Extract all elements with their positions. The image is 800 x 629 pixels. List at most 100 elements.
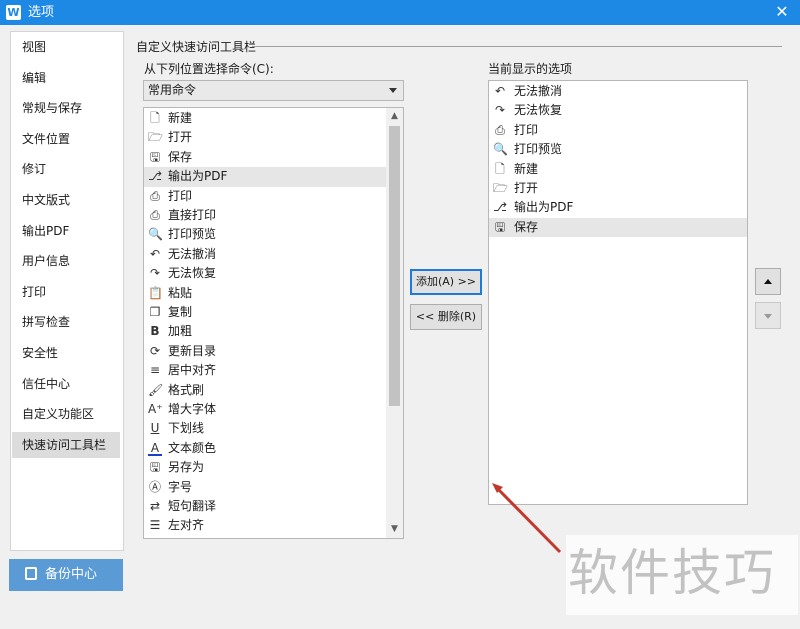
list-item[interactable]: A⁺ 增大字体 [144,400,386,419]
align-left-icon: ☰ [149,518,161,533]
sidebar-item[interactable]: 常规与保存 [12,95,120,121]
list-item[interactable]: ⇄ 短句翻译 [144,497,386,516]
save-icon: 🖫 [494,219,506,234]
close-icon[interactable]: ✕ [772,2,792,22]
sidebar-item[interactable]: 安全性 [12,340,120,366]
backup-icon [25,567,37,580]
list-item-label: 粘贴 [168,285,193,300]
list-item[interactable]: ❐ 复制 [144,303,386,322]
list-item[interactable]: ≡ 居中对齐 [144,361,386,380]
list-item[interactable]: B 加粗 [144,322,386,341]
watermark-text: 软件技巧 [568,544,776,602]
add-button[interactable]: 添加(A) >> [410,269,482,295]
chevron-down-icon [389,88,397,93]
delete-button[interactable]: << 删除(R) [410,304,482,330]
scroll-up-icon[interactable]: ▲ [386,108,403,125]
list-item[interactable]: ⎙ 打印 [144,187,386,206]
align-center-icon: ≡ [149,363,161,378]
list-item-label: 打印预览 [168,227,217,242]
undo-icon: ↶ [494,84,506,98]
save-icon: 🖫 [149,149,161,164]
font-grow-icon: A⁺ [148,402,163,416]
new-doc-icon: 🗋 [150,111,160,125]
list-item[interactable]: 🖫 保存 [144,148,386,167]
list-item[interactable]: 🔍 打印预览 [489,140,747,159]
sidebar-item[interactable]: 信任中心 [12,371,120,397]
list-item-label: 另存为 [168,460,205,475]
list-item-label: 格式刷 [168,382,205,397]
list-item[interactable]: ⎇ 输出为PDF [489,198,747,217]
list-item[interactable]: 🖫 另存为 [144,458,386,477]
list-item[interactable]: ↶ 无法撤消 [489,82,747,101]
font-size-icon: Ⓐ [148,479,161,494]
list-item[interactable]: U 下划线 [144,419,386,438]
list-item[interactable]: ↷ 无法恢复 [144,264,386,283]
printer-icon: ⎙ [150,188,160,203]
redo-icon: ↷ [149,266,161,281]
list-item-label: 无法撤消 [514,84,563,98]
sidebar-item[interactable]: 输出PDF [12,218,120,244]
list-item-label: 新建 [168,111,193,125]
current-items-label: 当前显示的选项 [488,62,573,76]
sidebar-item[interactable]: 快速访问工具栏 [12,431,120,458]
copy-icon: ❐ [149,305,161,319]
commands-scrollbar[interactable]: ▲ ▼ [386,108,403,538]
title-bar: W 选项 ✕ [0,0,800,25]
sidebar-item[interactable]: 用户信息 [12,248,120,274]
sidebar-item[interactable]: 修订 [12,156,120,182]
folder-icon: 🗁 [493,181,508,195]
list-item[interactable]: A 文本颜色 [144,439,386,458]
backup-center-label: 备份中心 [45,567,98,582]
sidebar-item[interactable]: 编辑 [12,65,120,91]
current-items-list[interactable]: ↶ 无法撤消 ↷ 无法恢复 ⎙ 打印 🔍 打印预览 🗋 新建 🗁 打开 ⎇ 输出为PDF 🖫 保存 [488,80,748,505]
format-painter-icon: 🖌 [148,382,164,397]
print-preview-icon: 🔍 [493,142,508,157]
list-item-label: 直接打印 [168,208,217,222]
save-as-icon: 🖫 [149,460,161,475]
sidebar-item[interactable]: 中文版式 [12,187,120,213]
list-item[interactable]: 🖌 格式刷 [144,381,386,400]
pdf-export-icon: ⎇ [493,200,507,215]
command-source-dropdown[interactable]: 常用命令 [143,80,404,101]
sidebar-item[interactable]: 文件位置 [12,126,120,152]
list-item[interactable]: ⟳ 更新目录 [144,342,386,361]
scroll-down-icon[interactable]: ▼ [386,521,403,538]
list-item[interactable]: ↶ 无法撤消 [144,245,386,264]
list-item-label: 居中对齐 [168,363,217,378]
paste-icon: 📋 [148,285,163,300]
list-item-label: 打开 [514,181,539,195]
list-item-label: 左对齐 [168,518,205,533]
list-item[interactable]: ⎇ 输出为PDF [144,167,386,187]
sidebar-item[interactable]: 拼写检查 [12,309,120,335]
direct-print-icon: ⎙ [150,208,160,222]
group-divider [252,46,782,47]
new-doc-icon: 🗋 [495,161,505,176]
list-item-label: 打印 [168,188,193,203]
list-item[interactable]: ☰ 左对齐 [144,516,386,535]
commands-list[interactable]: ▲ ▼ 🗋 新建 🗁 打开 🖫 保存 ⎇ 输出为PDF ⎙ 打印 ⎙ 直接打印 🔍 打印预览 ↶ 无法撤消 ↷ 无… [143,107,404,539]
list-item[interactable]: ⎙ 打印 [489,121,747,140]
list-item-label: 无法恢复 [514,103,563,118]
list-item[interactable]: ⎙ 直接打印 [144,206,386,225]
list-item[interactable]: 📋 粘贴 [144,284,386,303]
backup-center-button[interactable]: 备份中心 [9,559,123,591]
list-item[interactable]: ↷ 无法恢复 [489,101,747,120]
move-down-button[interactable] [755,302,781,329]
list-item[interactable]: 🗋 新建 [489,160,747,179]
sidebar-item[interactable]: 视图 [12,34,120,60]
list-item-label: 加粗 [168,324,193,339]
list-item-label: 输出为PDF [514,200,574,215]
list-item[interactable]: 🔍 打印预览 [144,225,386,244]
list-item[interactable]: 🗁 打开 [489,179,747,198]
sidebar-item[interactable]: 自定义功能区 [12,401,120,427]
list-item[interactable]: Ⓐ 字号 [144,478,386,497]
sidebar-item[interactable]: 打印 [12,279,120,305]
move-up-button[interactable] [755,268,781,295]
dropdown-value: 常用命令 [148,83,197,97]
list-item[interactable]: 🗁 打开 [144,128,386,147]
scroll-thumb[interactable] [389,126,400,406]
translate-icon: ⇄ [149,499,161,513]
list-item[interactable]: 🖫 保存 [489,217,747,238]
list-item[interactable]: 🗋 新建 [144,109,386,128]
list-item-label: 无法撤消 [168,246,217,261]
